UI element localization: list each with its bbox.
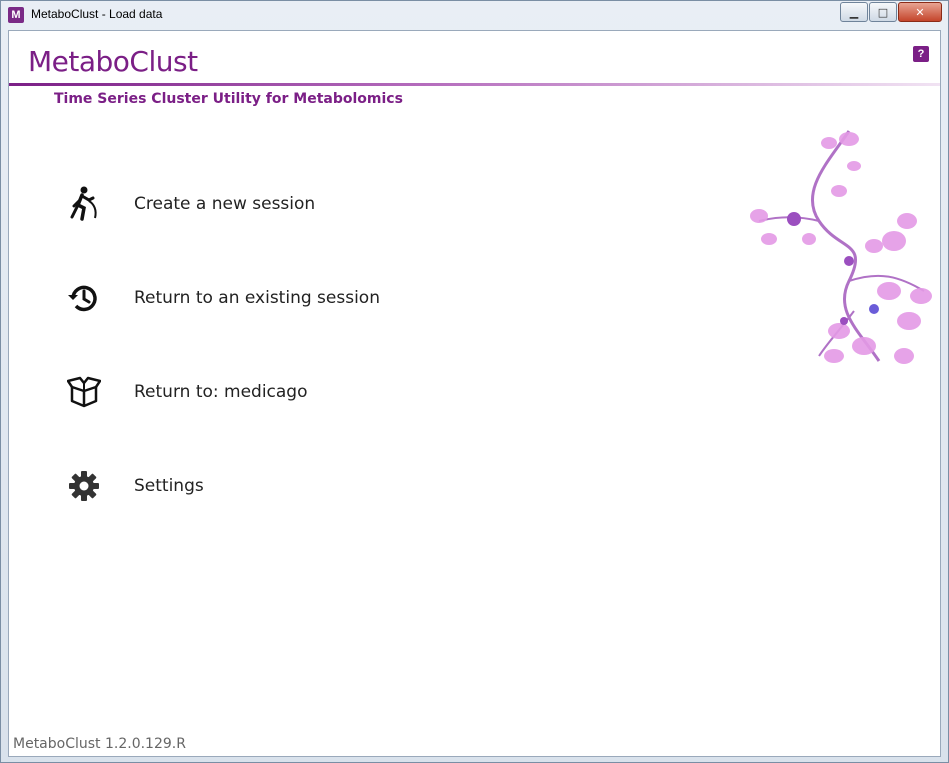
flower-illustration [750, 130, 932, 364]
hiker-icon [49, 186, 119, 222]
version-label: MetaboClust 1.2.0.129.R [13, 736, 186, 752]
maximize-button[interactable]: □ [869, 2, 897, 22]
page-subtitle: Time Series Cluster Utility for Metabolo… [54, 91, 403, 107]
window-title: MetaboClust - Load data [31, 7, 163, 21]
header-divider [9, 83, 940, 86]
app-window: M MetaboClust - Load data ▁ □ ✕ MetaboCl… [0, 0, 949, 763]
window-controls: ▁ □ ✕ [840, 2, 942, 22]
menu-item-label: Create a new session [134, 194, 316, 214]
history-icon [49, 281, 119, 315]
minimize-button[interactable]: ▁ [840, 2, 868, 22]
return-to-recent-button[interactable]: Return to: medicago [49, 367, 569, 417]
create-session-button[interactable]: Create a new session [49, 179, 569, 229]
title-bar[interactable]: M MetaboClust - Load data ▁ □ ✕ [1, 1, 948, 29]
menu-item-label: Settings [134, 476, 204, 496]
page-title: MetaboClust [28, 45, 198, 78]
box-icon [49, 376, 119, 408]
app-logo-icon: M [8, 7, 24, 23]
menu-item-label: Return to: medicago [134, 382, 308, 402]
help-icon[interactable]: ? [913, 46, 929, 62]
gear-icon [49, 470, 119, 502]
close-button[interactable]: ✕ [898, 2, 942, 22]
settings-button[interactable]: Settings [49, 461, 569, 511]
menu-item-label: Return to an existing session [134, 288, 380, 308]
main-panel: MetaboClust ? Time Series Cluster Utilit… [8, 30, 941, 757]
return-existing-session-button[interactable]: Return to an existing session [49, 273, 569, 323]
